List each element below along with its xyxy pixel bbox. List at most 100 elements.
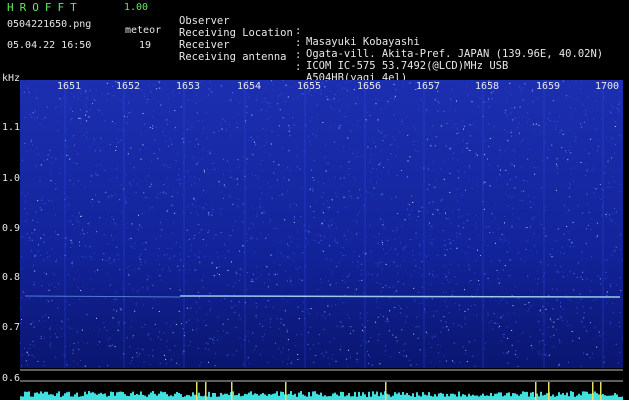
noise-pixel bbox=[585, 243, 587, 245]
noise-pixel bbox=[73, 144, 75, 146]
signal-bar bbox=[408, 395, 410, 400]
noise-pixel bbox=[172, 332, 174, 334]
noise-pixel bbox=[359, 312, 361, 314]
noise-pixel bbox=[421, 261, 423, 262]
noise-pixel bbox=[383, 227, 385, 229]
noise-pixel bbox=[473, 247, 474, 249]
signal-bar bbox=[178, 392, 180, 400]
noise-pixel bbox=[575, 108, 576, 110]
noise-pixel bbox=[300, 333, 302, 335]
noise-pixel bbox=[48, 289, 50, 291]
noise-pixel bbox=[90, 91, 91, 92]
noise-pixel bbox=[252, 139, 254, 140]
noise-pixel bbox=[236, 350, 238, 352]
signal-bar bbox=[522, 391, 524, 400]
noise-pixel bbox=[259, 207, 261, 209]
noise-pixel bbox=[581, 212, 583, 214]
noise-pixel bbox=[30, 139, 32, 141]
noise-pixel bbox=[620, 249, 622, 251]
noise-pixel bbox=[249, 363, 251, 365]
noise-pixel bbox=[268, 117, 270, 119]
noise-pixel bbox=[325, 351, 327, 353]
noise-pixel bbox=[287, 256, 289, 258]
noise-pixel bbox=[436, 310, 438, 312]
noise-pixel bbox=[503, 237, 505, 239]
noise-pixel bbox=[307, 332, 309, 334]
noise-pixel bbox=[126, 116, 128, 118]
noise-pixel bbox=[267, 182, 269, 183]
noise-pixel bbox=[499, 325, 501, 327]
noise-pixel bbox=[68, 304, 70, 306]
signal-bar bbox=[264, 394, 266, 400]
noise-pixel bbox=[66, 146, 68, 148]
noise-pixel bbox=[213, 163, 215, 165]
signal-bar bbox=[550, 396, 552, 400]
noise-pixel bbox=[334, 240, 336, 242]
noise-pixel bbox=[538, 351, 540, 353]
noise-pixel bbox=[270, 102, 271, 104]
noise-pixel bbox=[35, 165, 37, 167]
noise-pixel bbox=[496, 178, 498, 180]
signal-bar bbox=[606, 395, 608, 400]
noise-pixel bbox=[213, 339, 215, 341]
noise-pixel bbox=[381, 131, 383, 133]
noise-pixel bbox=[369, 225, 371, 226]
noise-pixel bbox=[54, 286, 56, 288]
noise-pixel bbox=[23, 292, 25, 294]
noise-pixel bbox=[198, 297, 200, 299]
noise-pixel bbox=[375, 169, 377, 171]
noise-pixel bbox=[437, 101, 439, 103]
noise-pixel bbox=[80, 109, 82, 111]
noise-pixel bbox=[619, 277, 621, 279]
noise-pixel bbox=[384, 106, 386, 108]
noise-pixel bbox=[287, 243, 289, 245]
noise-pixel bbox=[76, 163, 78, 164]
noise-pixel bbox=[140, 253, 142, 255]
noise-pixel bbox=[517, 365, 519, 367]
noise-pixel bbox=[615, 246, 617, 248]
signal-bar bbox=[442, 393, 444, 400]
noise-pixel bbox=[431, 298, 433, 300]
signal-bar bbox=[248, 392, 250, 400]
noise-pixel bbox=[175, 195, 177, 197]
noise-pixel bbox=[110, 345, 112, 347]
noise-pixel bbox=[544, 353, 546, 355]
noise-pixel bbox=[391, 247, 393, 249]
noise-pixel bbox=[353, 219, 355, 221]
noise-pixel bbox=[85, 114, 86, 116]
noise-pixel bbox=[179, 269, 181, 271]
noise-pixel bbox=[570, 107, 571, 109]
noise-pixel bbox=[227, 251, 229, 253]
noise-pixel bbox=[377, 316, 379, 318]
noise-pixel bbox=[600, 118, 602, 120]
noise-pixel bbox=[375, 263, 377, 265]
noise-pixel bbox=[323, 192, 324, 193]
noise-pixel bbox=[434, 335, 436, 337]
signal-bar bbox=[42, 393, 44, 400]
noise-pixel bbox=[619, 169, 621, 170]
noise-pixel bbox=[242, 221, 244, 223]
noise-pixel bbox=[542, 306, 544, 308]
noise-pixel bbox=[166, 165, 168, 167]
signal-bar bbox=[506, 393, 508, 400]
noise-pixel bbox=[418, 210, 420, 212]
noise-pixel bbox=[527, 358, 528, 360]
noise-pixel bbox=[227, 284, 229, 286]
noise-pixel bbox=[208, 214, 210, 216]
signal-bar bbox=[122, 392, 124, 400]
noise-pixel bbox=[394, 139, 396, 141]
noise-pixel bbox=[61, 327, 62, 329]
noise-pixel bbox=[253, 273, 254, 275]
noise-pixel bbox=[182, 328, 184, 330]
noise-pixel bbox=[512, 119, 514, 121]
noise-pixel bbox=[188, 319, 190, 321]
noise-pixel bbox=[431, 243, 433, 245]
noise-pixel bbox=[357, 120, 359, 122]
noise-pixel bbox=[76, 216, 78, 218]
noise-pixel bbox=[35, 81, 37, 83]
signal-bar bbox=[198, 392, 200, 400]
signal-bar bbox=[98, 393, 100, 400]
signal-bar bbox=[254, 393, 256, 400]
noise-pixel bbox=[381, 240, 383, 242]
noise-pixel bbox=[211, 91, 213, 93]
